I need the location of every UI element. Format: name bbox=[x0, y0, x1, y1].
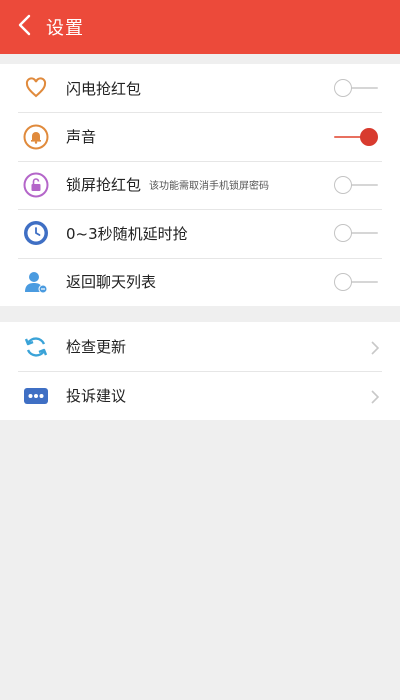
setting-row-lockscreen-grab[interactable]: 锁屏抢红包 该功能需取消手机锁屏密码 bbox=[0, 160, 400, 209]
app-header: 设置 bbox=[0, 0, 400, 54]
random-delay-toggle[interactable] bbox=[334, 222, 378, 244]
return-chat-list-toggle[interactable] bbox=[334, 271, 378, 293]
setting-row-sound[interactable]: 声音 bbox=[0, 112, 400, 160]
user-icon bbox=[22, 268, 50, 296]
setting-label: 闪电抢红包 bbox=[66, 79, 142, 98]
page-title: 设置 bbox=[46, 18, 84, 39]
flash-grab-toggle[interactable] bbox=[334, 77, 378, 99]
refresh-icon bbox=[22, 333, 50, 361]
lockscreen-grab-toggle[interactable] bbox=[334, 174, 378, 196]
clock-icon bbox=[22, 219, 50, 247]
setting-note: 该功能需取消手机锁屏密码 bbox=[149, 181, 270, 193]
setting-row-return-chat-list[interactable]: 返回聊天列表 bbox=[0, 257, 400, 306]
chevron-left-icon bbox=[17, 14, 31, 40]
heart-icon bbox=[22, 74, 50, 102]
link-label: 检查更新 bbox=[66, 338, 127, 356]
back-button[interactable] bbox=[6, 0, 42, 54]
chat-dots-icon bbox=[22, 382, 50, 410]
bell-icon bbox=[22, 123, 50, 151]
feedback-row[interactable]: 投诉建议 bbox=[0, 371, 400, 420]
setting-label: 0~3秒随机延时抢 bbox=[66, 224, 188, 243]
lock-icon bbox=[22, 171, 50, 199]
chevron-right-icon bbox=[370, 340, 380, 355]
toggle-settings-group: 闪电抢红包 声音 锁屏抢红包 该功能需取消手机锁屏密码 0~3秒随机延时抢 返回… bbox=[0, 64, 400, 306]
setting-label: 声音 bbox=[66, 128, 97, 147]
check-update-row[interactable]: 检查更新 bbox=[0, 322, 400, 371]
sound-toggle[interactable] bbox=[334, 126, 378, 148]
setting-row-flash-grab[interactable]: 闪电抢红包 bbox=[0, 64, 400, 112]
setting-label: 锁屏抢红包 bbox=[66, 176, 142, 195]
chevron-right-icon bbox=[370, 389, 380, 404]
setting-row-random-delay[interactable]: 0~3秒随机延时抢 bbox=[0, 209, 400, 257]
setting-label: 返回聊天列表 bbox=[66, 273, 157, 292]
link-label: 投诉建议 bbox=[66, 387, 127, 405]
link-settings-group: 检查更新 投诉建议 bbox=[0, 322, 400, 420]
